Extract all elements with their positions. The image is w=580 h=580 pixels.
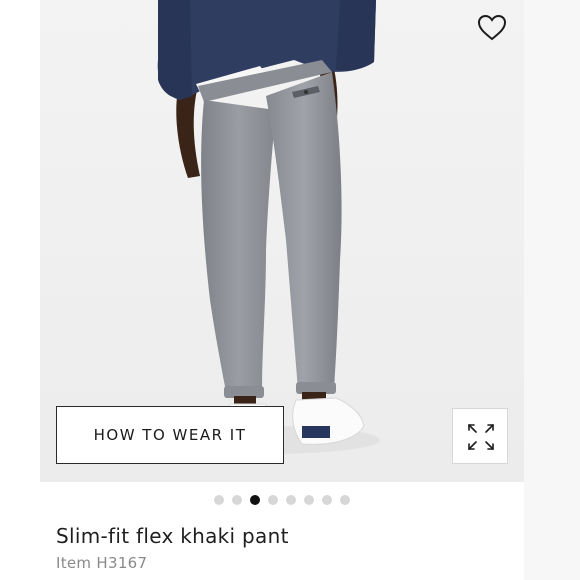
right-margin — [524, 0, 580, 580]
carousel-dot[interactable] — [286, 495, 296, 505]
carousel-dot[interactable] — [322, 495, 332, 505]
left-margin — [0, 0, 40, 580]
carousel-dot[interactable] — [250, 495, 260, 505]
how-to-wear-button[interactable]: HOW TO WEAR IT — [56, 406, 284, 464]
carousel-dot[interactable] — [304, 495, 314, 505]
expand-icon — [468, 424, 494, 450]
heart-icon — [477, 14, 507, 41]
carousel-dot[interactable] — [214, 495, 224, 505]
item-number: Item H3167 — [56, 554, 148, 572]
product-title: Slim-fit flex khaki pant — [56, 524, 289, 548]
carousel-dot[interactable] — [268, 495, 278, 505]
carousel-indicator — [0, 495, 564, 505]
carousel-dot[interactable] — [340, 495, 350, 505]
favorite-button[interactable] — [476, 12, 508, 44]
expand-image-button[interactable] — [452, 408, 508, 464]
carousel-dot[interactable] — [232, 495, 242, 505]
